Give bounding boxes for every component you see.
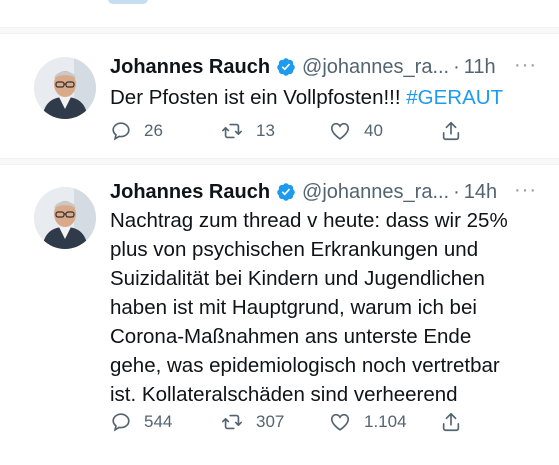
reply-count: 544 bbox=[144, 412, 173, 431]
reply-button[interactable]: 26 bbox=[110, 120, 163, 142]
reply-icon bbox=[112, 413, 130, 432]
share-icon bbox=[442, 412, 460, 432]
separator-dot: · bbox=[453, 180, 460, 203]
share-button[interactable] bbox=[440, 411, 462, 433]
tweet-text: Der Pfosten ist ein Vollpfosten!!! #GERA… bbox=[110, 83, 540, 112]
verified-badge-icon bbox=[276, 57, 296, 77]
avatar-image bbox=[34, 57, 96, 119]
retweet-count: 307 bbox=[256, 412, 285, 431]
avatar[interactable] bbox=[34, 187, 96, 249]
author-name[interactable]: Johannes Rauch bbox=[110, 56, 270, 79]
tweet-text-content: Der Pfosten ist ein Vollpfosten!!! bbox=[110, 86, 407, 109]
verified-badge-icon bbox=[276, 182, 296, 202]
tweet-divider bbox=[0, 27, 559, 34]
retweet-button[interactable]: 13 bbox=[220, 120, 275, 142]
like-count: 1.104 bbox=[364, 412, 407, 431]
reply-icon bbox=[112, 122, 130, 141]
like-count: 40 bbox=[364, 121, 383, 140]
tweet-time[interactable]: 14h bbox=[464, 181, 497, 204]
retweet-icon bbox=[222, 123, 242, 139]
more-icon[interactable]: ··· bbox=[514, 179, 537, 202]
like-button[interactable]: 40 bbox=[328, 120, 383, 142]
retweet-button[interactable]: 307 bbox=[220, 411, 284, 433]
previous-tweet-link-fragment bbox=[108, 0, 148, 4]
tweet-actions: 544 307 1.104 bbox=[110, 411, 470, 437]
tweet-actions: 26 13 40 bbox=[110, 120, 470, 146]
like-button[interactable]: 1.104 bbox=[328, 411, 407, 433]
avatar[interactable] bbox=[34, 57, 96, 119]
retweet-count: 13 bbox=[256, 121, 275, 140]
tweet-text: Nachtrag zum thread v heute: dass wir 25… bbox=[110, 209, 508, 406]
previous-tweet-edge bbox=[0, 0, 559, 26]
tweet-header: Johannes Rauch @johannes_ra... · 14h bbox=[110, 179, 497, 205]
more-icon[interactable]: ··· bbox=[514, 54, 537, 77]
tweet-header: Johannes Rauch @johannes_ra... · 11h bbox=[110, 54, 496, 80]
hashtag-link[interactable]: #GERAUT bbox=[406, 86, 503, 109]
like-icon bbox=[330, 413, 350, 431]
author-name[interactable]: Johannes Rauch bbox=[110, 181, 270, 204]
share-button[interactable] bbox=[440, 120, 462, 142]
separator-dot: · bbox=[453, 55, 460, 78]
share-icon bbox=[442, 121, 460, 141]
author-handle[interactable]: @johannes_ra... bbox=[302, 181, 449, 204]
author-handle[interactable]: @johannes_ra... bbox=[302, 56, 449, 79]
avatar-image bbox=[34, 187, 96, 249]
tweet-divider bbox=[0, 158, 559, 165]
tweet-time[interactable]: 11h bbox=[464, 56, 496, 79]
reply-button[interactable]: 544 bbox=[110, 411, 172, 433]
like-icon bbox=[330, 122, 350, 140]
retweet-icon bbox=[222, 414, 242, 430]
reply-count: 26 bbox=[144, 121, 163, 140]
